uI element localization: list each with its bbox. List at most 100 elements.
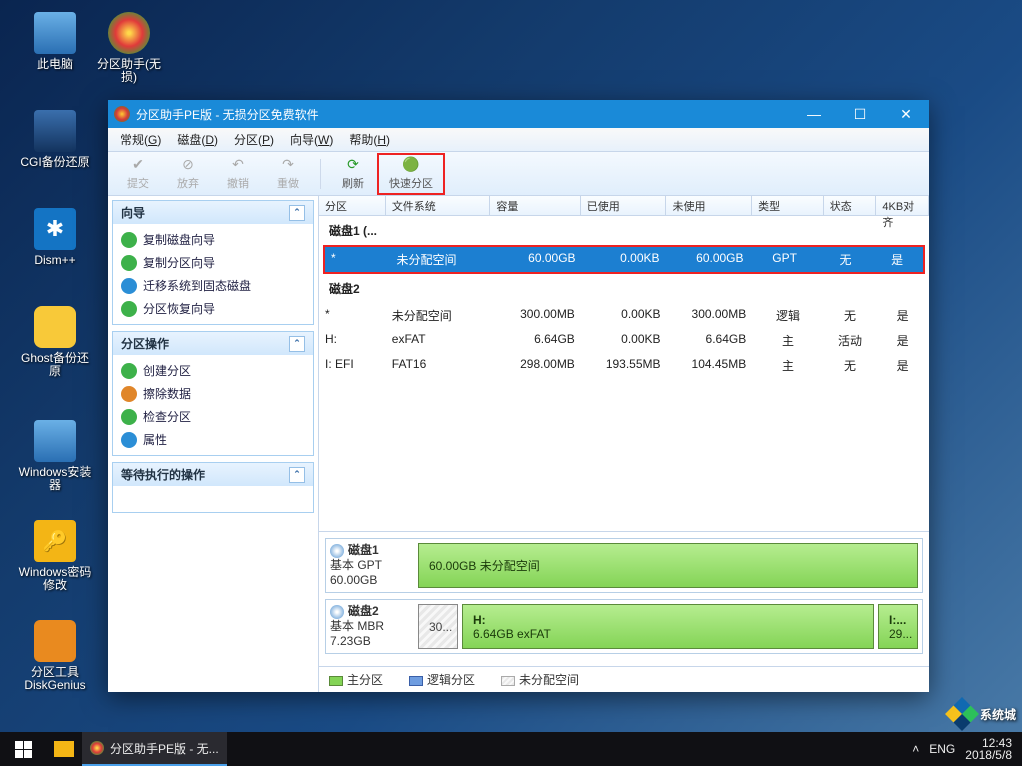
menu-disk[interactable]: 磁盘(D) [169,128,226,151]
desktop-icon-label: Windows安装器 [18,466,92,492]
toolbar-refresh[interactable]: ⟳刷新 [329,155,377,193]
col-free[interactable]: 未使用 [666,196,752,215]
map-bar-label: 60.00GB 未分配空间 [429,557,907,574]
op-wipe[interactable]: 擦除数据 [115,382,311,405]
desktop-icon-label: Dism++ [18,254,92,267]
app-icon [90,741,104,755]
panel-title: 等待执行的操作 [121,466,205,483]
table-row[interactable]: I: EFI FAT16 298.00MB 193.55MB 104.45MB … [319,353,929,378]
desktop-icon-diskgenius[interactable]: 分区工具DiskGenius [18,620,92,692]
collapse-icon[interactable]: ⌃ [289,205,305,221]
map-bar-title: H: [473,613,863,627]
toolbar-redo[interactable]: ↷重做 [264,155,312,193]
tray-clock[interactable]: 12:43 2018/5/8 [965,737,1012,761]
desktop-icon-partition-assistant[interactable]: 分区助手(无损) [92,12,166,84]
col-type[interactable]: 类型 [752,196,824,215]
tray-lang[interactable]: ENG [929,742,955,756]
wizard-copy-partition[interactable]: 复制分区向导 [115,251,311,274]
panel-wizard: 向导⌃ 复制磁盘向导 复制分区向导 迁移系统到固态磁盘 分区恢复向导 [112,200,314,325]
menu-help[interactable]: 帮助(H) [341,128,398,151]
op-icon [121,409,137,425]
op-create-partition[interactable]: 创建分区 [115,359,311,382]
menu-wizard[interactable]: 向导(W) [282,128,341,151]
col-status[interactable]: 状态 [824,196,877,215]
wizard-label: 复制磁盘向导 [143,231,215,248]
desktop-icon-dism[interactable]: ✱ Dism++ [18,208,92,267]
map-bar-partition-i[interactable]: I:... 29... [878,604,918,649]
disk-scheme: 基本 MBR [330,619,410,634]
collapse-icon[interactable]: ⌃ [289,336,305,352]
maximize-button[interactable]: ☐ [837,100,883,128]
panel-pending: 等待执行的操作 ⌃ [112,462,314,513]
desktop-icon-winpass[interactable]: 🔑 Windows密码修改 [18,520,92,592]
table-row-selected[interactable]: * 未分配空间 60.00GB 0.00KB 60.00GB GPT 无 是 [325,247,923,272]
toolbar-undo[interactable]: ↶撤销 [214,155,262,193]
titlebar[interactable]: 分区助手PE版 - 无损分区免费软件 ― ☐ ✕ [108,100,929,128]
partition-list: 磁盘1 (... * 未分配空间 60.00GB 0.00KB 60.00GB … [319,216,929,531]
redo-icon: ↷ [282,156,294,173]
highlight-box: 🟢快速分区 [377,153,445,195]
tray-up-icon[interactable]: ˄ [912,742,919,756]
desktop-icon-cgi-backup[interactable]: CGI备份还原 [18,110,92,169]
disk2-map[interactable]: 磁盘2 基本 MBR 7.23GB 30... H: 6.64GB exFAT [325,599,923,654]
wizard-copy-disk[interactable]: 复制磁盘向导 [115,228,311,251]
map-bar-unallocated[interactable]: 30... [418,604,458,649]
desktop-icon-wininstall[interactable]: Windows安装器 [18,420,92,492]
map-bar-title: I:... [889,613,907,627]
toolbar-quick-partition[interactable]: 🟢快速分区 [381,155,441,193]
wizard-migrate-ssd[interactable]: 迁移系统到固态磁盘 [115,274,311,297]
grid-header: 分区 文件系统 容量 已使用 未使用 类型 状态 4KB对齐 [319,196,929,216]
main-area: 分区 文件系统 容量 已使用 未使用 类型 状态 4KB对齐 磁盘1 (... … [319,196,929,692]
desktop-icon-ghost[interactable]: Ghost备份还原 [18,306,92,378]
disk1-label[interactable]: 磁盘1 (... [319,216,929,245]
swatch-unallocated [501,676,515,686]
menu-partition[interactable]: 分区(P) [226,128,282,151]
desktop-icon-label: CGI备份还原 [18,156,92,169]
taskbar: 分区助手PE版 - 无... ˄ ENG 12:43 2018/5/8 [0,732,1022,766]
disk-icon [330,605,344,619]
panel-ops: 分区操作⌃ 创建分区 擦除数据 检查分区 属性 [112,331,314,456]
disk2-label[interactable]: 磁盘2 [319,274,929,303]
toolbar: ✔提交 ⊘放弃 ↶撤销 ↷重做 ⟳刷新 🟢快速分区 [108,152,929,196]
watermark-text: 系统城 [980,706,1016,723]
disk-scheme: 基本 GPT [330,558,410,573]
collapse-icon[interactable]: ⌃ [289,467,305,483]
wizard-label: 迁移系统到固态磁盘 [143,277,251,294]
wizard-icon [121,278,137,294]
map-bar-unallocated[interactable]: 60.00GB 未分配空间 [418,543,918,588]
highlight-box: * 未分配空间 60.00GB 0.00KB 60.00GB GPT 无 是 [323,245,925,274]
toolbar-commit[interactable]: ✔提交 [114,155,162,193]
desktop-icon-this-pc[interactable]: 此电脑 [18,12,92,71]
op-check[interactable]: 检查分区 [115,405,311,428]
op-label: 擦除数据 [143,385,191,402]
legend-label: 未分配空间 [519,673,579,687]
disk1-map[interactable]: 磁盘1 基本 GPT 60.00GB 60.00GB 未分配空间 [325,538,923,593]
map-bar-partition-h[interactable]: H: 6.64GB exFAT [462,604,874,649]
windows-logo-icon [15,741,32,758]
app-icon [114,106,130,122]
col-partition[interactable]: 分区 [319,196,386,215]
legend-label: 逻辑分区 [427,673,475,687]
col-filesystem[interactable]: 文件系统 [386,196,491,215]
sidebar: 向导⌃ 复制磁盘向导 复制分区向导 迁移系统到固态磁盘 分区恢复向导 分区操作⌃… [108,196,319,692]
toolbar-discard[interactable]: ⊘放弃 [164,155,212,193]
table-row[interactable]: * 未分配空间 300.00MB 0.00KB 300.00MB 逻辑 无 是 [319,303,929,328]
disk-name: 磁盘1 [348,543,379,558]
wizard-recovery[interactable]: 分区恢复向导 [115,297,311,320]
minimize-button[interactable]: ― [791,100,837,128]
map-bar-label: 6.64GB exFAT [473,627,863,641]
system-tray: ˄ ENG 12:43 2018/5/8 [902,737,1022,761]
wizard-label: 分区恢复向导 [143,300,215,317]
close-button[interactable]: ✕ [883,100,929,128]
taskbar-app-button[interactable]: 分区助手PE版 - 无... [82,732,227,766]
wizard-icon [121,301,137,317]
col-used[interactable]: 已使用 [581,196,667,215]
op-properties[interactable]: 属性 [115,428,311,451]
start-button[interactable] [0,732,46,766]
table-row[interactable]: H: exFAT 6.64GB 0.00KB 6.64GB 主 活动 是 [319,328,929,353]
col-capacity[interactable]: 容量 [490,196,580,215]
taskbar-explorer[interactable] [46,732,82,766]
disk-size: 7.23GB [330,634,410,649]
menu-general[interactable]: 常规(G) [112,128,169,151]
col-4k-align[interactable]: 4KB对齐 [876,196,929,215]
